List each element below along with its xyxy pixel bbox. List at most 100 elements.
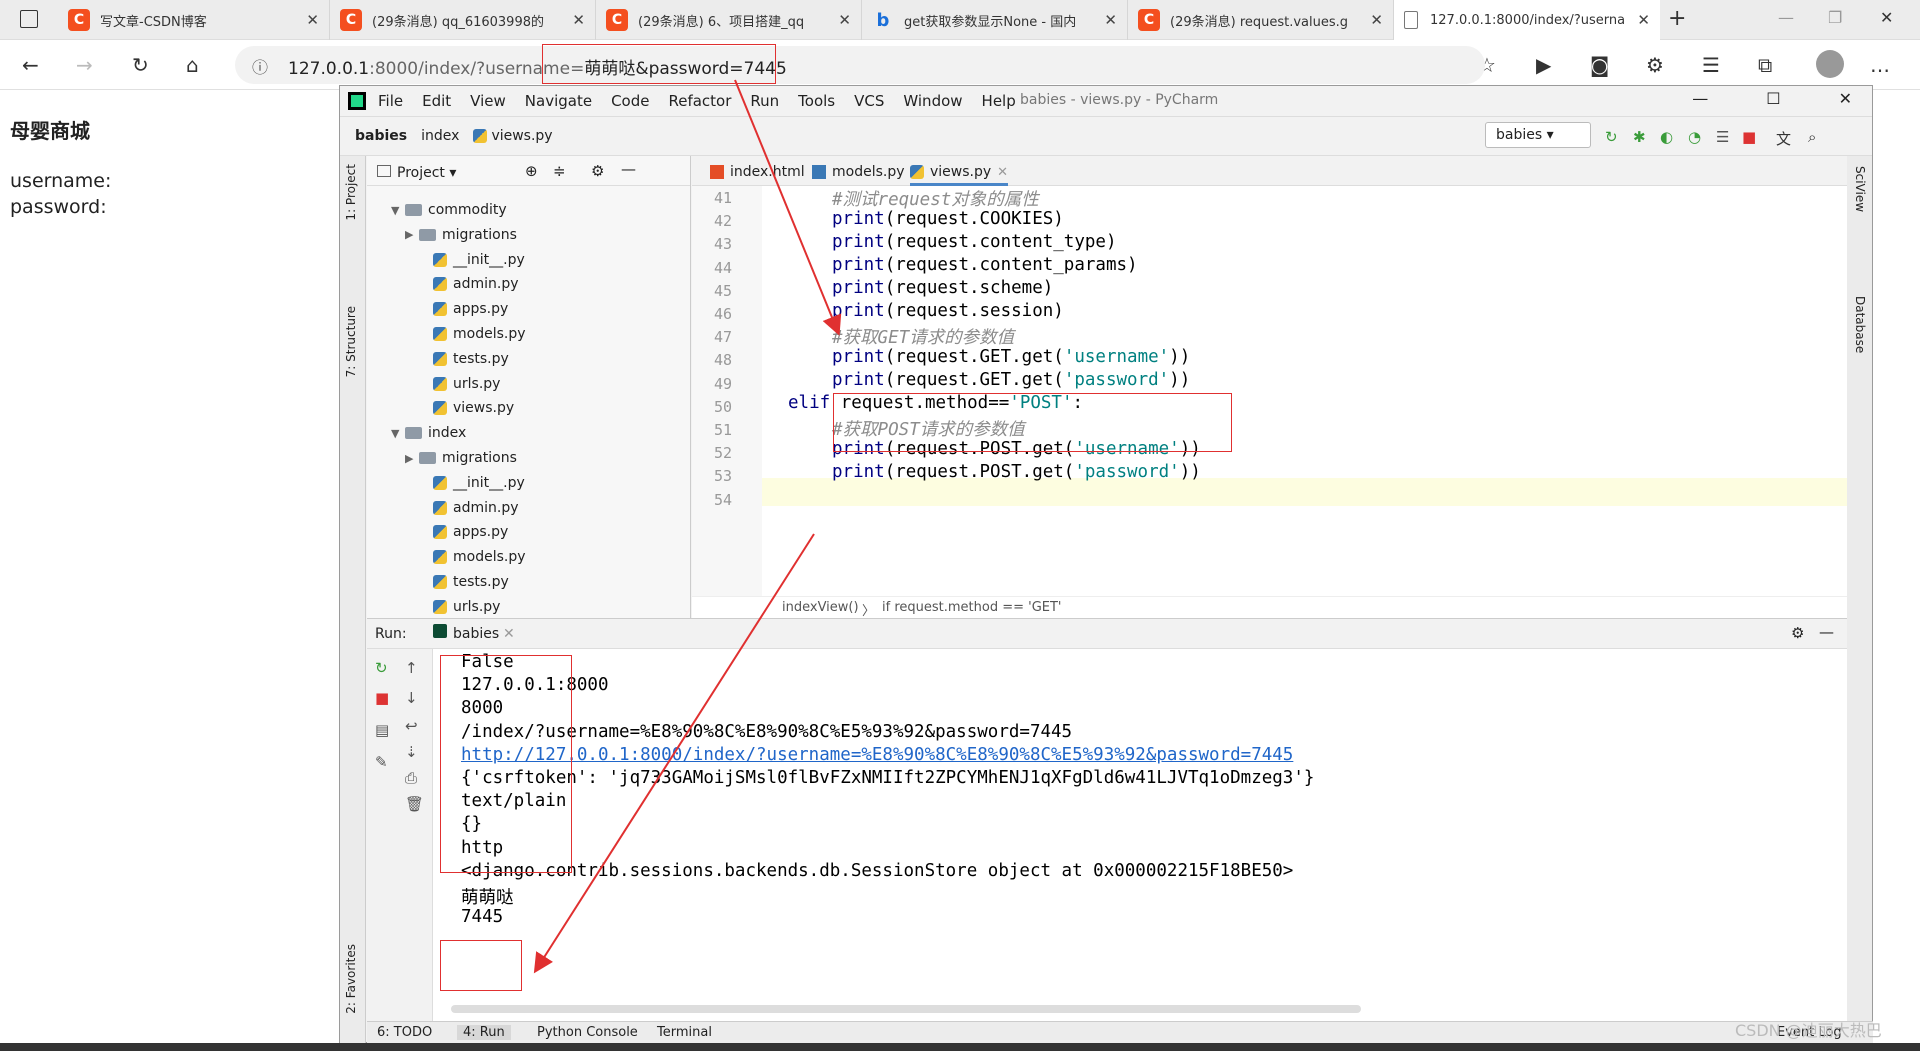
hide-icon[interactable]: — [1819, 623, 1834, 641]
tab-actions-icon[interactable] [20, 10, 38, 28]
close-icon[interactable]: ✕ [1839, 89, 1852, 108]
browser-tab-6-active[interactable]: 127.0.0.1:8000/index/?userna ✕ [1394, 0, 1660, 40]
tree-item[interactable]: models.py [419, 326, 526, 342]
nav-file[interactable]: views.py [491, 128, 552, 144]
python-console-tab[interactable]: Python Console [537, 1025, 638, 1040]
menu-refactor[interactable]: Refactor [668, 92, 731, 110]
tree-item[interactable]: urls.py [419, 376, 500, 392]
chevron-down-icon[interactable]: ▼ [391, 427, 405, 440]
tab-models-py[interactable]: models.py✕ [812, 164, 921, 180]
coverage-icon[interactable]: ◐ [1660, 128, 1673, 146]
menu-tools[interactable]: Tools [798, 92, 835, 110]
close-icon[interactable]: ✕ [1637, 11, 1650, 29]
print-icon[interactable]: ⎙ [405, 769, 417, 787]
restore-icon[interactable]: ❐ [1828, 8, 1842, 27]
console-link[interactable]: http://127.0.0.1:8000/index/?username=%E… [461, 745, 1293, 765]
horizontal-scrollbar[interactable] [451, 1005, 1361, 1013]
tree-item[interactable]: admin.py [419, 500, 519, 516]
tab-index-html[interactable]: index.html✕ [710, 164, 822, 180]
forward-icon[interactable]: → [76, 53, 93, 77]
nav-folder[interactable]: index [421, 128, 459, 144]
browser-tab-5[interactable]: C (29条消息) request.values.g ✕ [1128, 0, 1394, 40]
scroll-to-end-icon[interactable]: ⇣ [405, 743, 418, 761]
menu-code[interactable]: Code [611, 92, 649, 110]
rerun-icon[interactable]: ↻ [375, 659, 388, 677]
tree-item[interactable]: admin.py [419, 276, 519, 292]
rerun-icon[interactable]: ↻ [1605, 128, 1618, 146]
terminal-tab[interactable]: Terminal [657, 1025, 712, 1040]
menu-file[interactable]: File [378, 92, 403, 110]
tree-item[interactable]: views.py [419, 400, 514, 416]
close-icon[interactable]: ✕ [503, 626, 515, 642]
stop-icon[interactable]: ■ [1742, 128, 1756, 146]
games-icon[interactable]: ◙ [1590, 53, 1609, 77]
close-icon[interactable]: ✕ [997, 165, 1008, 180]
todo-tab[interactable]: 6: TODO [377, 1025, 432, 1040]
close-icon[interactable]: ✕ [572, 11, 585, 29]
translate-icon[interactable]: 文 [1776, 128, 1791, 149]
extensions-icon[interactable]: ⚙ [1646, 53, 1664, 77]
stop-icon[interactable]: ■ [375, 689, 389, 707]
chevron-right-icon[interactable]: ▶ [405, 228, 419, 241]
tree-item[interactable]: __init__.py [419, 252, 525, 268]
maximize-icon[interactable]: ☐ [1766, 89, 1780, 108]
browser-tab-1[interactable]: C 写文章-CSDN博客 ✕ [58, 0, 330, 40]
locate-icon[interactable]: ⊕ [525, 162, 538, 180]
code-editor[interactable]: index.html✕ models.py✕ views.py✕ 41 42 43 4… [692, 156, 1847, 619]
sciview-tool-tab[interactable]: SciView [1853, 166, 1867, 212]
tree-item[interactable]: __init__.py [419, 475, 525, 491]
tree-item[interactable]: ▶ migrations [405, 450, 517, 466]
menu-edit[interactable]: Edit [422, 92, 451, 110]
menu-view[interactable]: View [470, 92, 506, 110]
more-icon[interactable]: … [1870, 53, 1890, 77]
up-arrow-icon[interactable]: ↑ [405, 659, 418, 677]
home-icon[interactable]: ⌂ [186, 53, 199, 77]
tree-item[interactable]: tests.py [419, 574, 509, 590]
menu-help[interactable]: Help [982, 92, 1016, 110]
layout-icon[interactable]: ▤ [375, 721, 389, 739]
debug-icon[interactable]: ✱ [1633, 128, 1646, 146]
favorites-tool-tab[interactable]: 2: Favorites [344, 944, 358, 1014]
menu-navigate[interactable]: Navigate [525, 92, 592, 110]
settings-gear-icon[interactable]: ⚙ [1791, 624, 1804, 642]
minimize-icon[interactable]: — [1692, 89, 1708, 108]
run-config-select[interactable]: babies ▾ [1485, 122, 1591, 148]
close-icon[interactable]: ✕ [306, 11, 319, 29]
nav-project[interactable]: babies [355, 128, 407, 144]
menu-run[interactable]: Run [750, 92, 779, 110]
down-arrow-icon[interactable]: ↓ [405, 689, 418, 707]
structure-tool-tab[interactable]: 7: Structure [344, 306, 358, 377]
menu-vcs[interactable]: VCS [854, 92, 884, 110]
database-tool-tab[interactable]: Database [1853, 296, 1867, 353]
tree-item[interactable]: apps.py [419, 524, 508, 540]
build-icon[interactable]: ☰ [1716, 128, 1729, 146]
close-icon[interactable]: ✕ [1370, 11, 1383, 29]
minimize-icon[interactable]: — [1778, 8, 1794, 27]
tree-item[interactable]: urls.py [419, 599, 500, 615]
run-tool-tab[interactable]: 4: Run [457, 1025, 511, 1040]
run-tab-babies[interactable]: babies [453, 626, 499, 642]
favorites-icon[interactable]: ☰ [1702, 53, 1720, 77]
back-icon[interactable]: ← [22, 53, 39, 77]
play-icon[interactable]: ▶ [1536, 53, 1551, 77]
soft-wrap-icon[interactable]: ↩ [405, 717, 418, 735]
collections-icon[interactable]: ⧉ [1758, 53, 1772, 77]
browser-tab-3[interactable]: C (29条消息) 6、项目搭建_qq ✕ [596, 0, 862, 40]
tree-item[interactable]: ▶ migrations [405, 227, 517, 243]
collapse-icon[interactable]: ≑ [553, 162, 566, 180]
refresh-icon[interactable]: ↻ [132, 53, 149, 77]
tree-item[interactable]: ▼ commodity [391, 202, 507, 218]
tree-item[interactable]: ▼ index [391, 425, 466, 441]
pin-icon[interactable]: ✎ [375, 753, 388, 771]
close-window-icon[interactable]: ✕ [1880, 8, 1893, 27]
chevron-right-icon[interactable]: ▶ [405, 452, 419, 465]
tree-item[interactable]: tests.py [419, 351, 509, 367]
tab-views-py[interactable]: views.py ✕ [910, 164, 1009, 186]
search-icon[interactable]: ⌕ [1808, 128, 1816, 146]
chevron-down-icon[interactable]: ▼ [391, 204, 405, 217]
menu-window[interactable]: Window [903, 92, 962, 110]
tree-item[interactable]: apps.py [419, 301, 508, 317]
browser-tab-4[interactable]: b get获取参数显示None - 国内 ✕ [862, 0, 1128, 40]
settings-gear-icon[interactable]: ⚙ [591, 162, 604, 180]
new-tab-icon[interactable]: + [1668, 6, 1686, 31]
